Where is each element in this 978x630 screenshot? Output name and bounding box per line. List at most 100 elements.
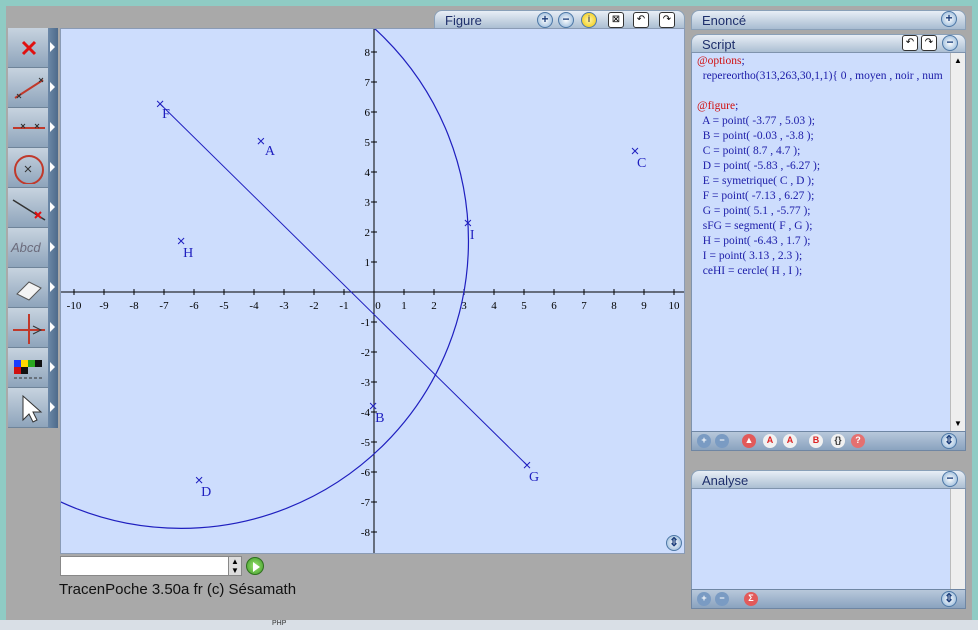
figure-canvas[interactable]: -10 -9 -8 -7 -6 -5 -4 -3 -2 -1 0 1 2 3 4 5 6 7 8 9 10 8 7 6 5 4 3 2…: [60, 28, 685, 554]
eraser-tool[interactable]: [8, 268, 58, 308]
point-label: A: [265, 144, 276, 159]
info-button[interactable]: i: [581, 12, 597, 28]
x-tick-label: 9: [641, 300, 647, 312]
script-line: [697, 84, 945, 99]
script-line: B = point( -0.03 , -3.8 );: [697, 130, 814, 142]
segment-icon: [14, 77, 44, 99]
script-collapse-button[interactable]: −: [942, 35, 958, 51]
x-tick-label: -1: [339, 300, 348, 312]
help-icon[interactable]: ?: [851, 434, 865, 448]
analyse-toolbar: + − Σ ⇕: [691, 589, 966, 609]
braces-icon[interactable]: {}: [831, 434, 845, 448]
label-icon[interactable]: B: [809, 434, 823, 448]
y-tick-label: 4: [365, 167, 371, 179]
segment-tool[interactable]: [8, 68, 58, 108]
x-tick-label: 1: [401, 300, 407, 312]
script-line: I = point( 3.13 , 2.3 );: [697, 250, 803, 262]
point-label: I: [470, 228, 475, 243]
enonce-expand-button[interactable]: +: [941, 11, 957, 27]
y-tick-label: 8: [365, 47, 371, 59]
taskbar-label: PHP: [272, 620, 287, 627]
point-on-line-tool[interactable]: [8, 188, 58, 228]
remove-icon[interactable]: −: [715, 434, 729, 448]
fit-button[interactable]: ⊠: [608, 12, 624, 28]
analyse-collapse-button[interactable]: −: [942, 471, 958, 487]
sigma-icon[interactable]: Σ: [744, 592, 758, 606]
analyse-area[interactable]: [691, 488, 966, 590]
line-tool[interactable]: [8, 108, 58, 148]
x-tick-label: -8: [129, 300, 139, 312]
x-tick-label: -6: [189, 300, 199, 312]
eraser-icon: [16, 281, 42, 301]
script-undo-button[interactable]: ↶: [902, 35, 918, 51]
y-tick-label: -3: [361, 377, 371, 389]
analyse-titlebar: Analyse: [691, 470, 966, 490]
analyse-resize-button[interactable]: ⇕: [941, 591, 957, 607]
point-H-marker: [177, 237, 185, 245]
add-icon[interactable]: +: [697, 592, 711, 606]
delete-icon: [21, 40, 37, 56]
y-tick-label: -2: [361, 347, 370, 359]
remove-icon[interactable]: −: [715, 592, 729, 606]
x-tick-label: 4: [491, 300, 497, 312]
undo-button[interactable]: ↶: [633, 12, 649, 28]
zoom-out-button[interactable]: −: [558, 12, 574, 28]
script-line: F = point( -7.13 , 6.27 );: [697, 190, 815, 202]
tool-palette: Abcd: [8, 28, 58, 430]
script-line: repereortho(313,263,30,1,1){ 0 , moyen ,…: [697, 70, 943, 82]
script-title: Script: [702, 37, 736, 52]
add-icon[interactable]: +: [697, 434, 711, 448]
x-tick-label: 7: [581, 300, 587, 312]
command-spinner[interactable]: ▲ ▼: [228, 556, 242, 576]
script-line: G = point( 5.1 , -5.77 );: [697, 205, 811, 217]
script-line: C = point( 8.7 , 4.7 );: [697, 145, 801, 157]
circle-tool[interactable]: [8, 148, 58, 188]
zoom-in-button[interactable]: +: [537, 12, 553, 28]
analyse-scrollbar[interactable]: [950, 489, 965, 589]
script-scrollbar[interactable]: ▲ ▼: [950, 53, 965, 431]
axis-tool[interactable]: [8, 308, 58, 348]
x-tick-label: 6: [551, 300, 557, 312]
script-line: E = symetrique( C , D );: [697, 175, 815, 187]
x-tick-label: 5: [521, 300, 527, 312]
script-line: @figure;: [697, 100, 739, 112]
y-tick-label: -4: [361, 407, 371, 419]
pointer-tool[interactable]: [8, 388, 58, 428]
point-label: C: [637, 156, 646, 171]
delete-tool[interactable]: [8, 28, 58, 68]
command-input[interactable]: [60, 556, 242, 576]
y-tick-label: -1: [361, 317, 370, 329]
y-tick-label: -6: [361, 467, 371, 479]
script-line: sFG = segment( F , G );: [697, 220, 813, 232]
script-line: @options;: [697, 55, 745, 67]
run-button[interactable]: [246, 557, 264, 575]
x-tick-label: 8: [611, 300, 617, 312]
format-icon[interactable]: A: [783, 434, 797, 448]
text-tool[interactable]: Abcd: [8, 228, 58, 268]
point-A-marker: [257, 137, 265, 145]
text-style-icon[interactable]: A: [763, 434, 777, 448]
y-tick-label: -7: [361, 497, 371, 509]
script-line: H = point( -6.43 , 1.7 );: [697, 235, 811, 247]
x-tick-label: -7: [159, 300, 169, 312]
x-tick-label: -4: [249, 300, 259, 312]
redo-button[interactable]: ↷: [659, 12, 675, 28]
point-label: D: [201, 485, 211, 500]
color-tool[interactable]: [8, 348, 58, 388]
triangle-icon[interactable]: ▲: [742, 434, 756, 448]
canvas-scroll-button[interactable]: ⇕: [666, 535, 682, 551]
point-on-line-icon: [12, 199, 46, 221]
enonce-titlebar: Enoncé: [691, 10, 966, 30]
point-label: H: [183, 246, 193, 261]
script-text[interactable]: @options; repereortho(313,263,30,1,1){ 0…: [694, 52, 948, 428]
x-tick-label: -3: [279, 300, 289, 312]
script-line: D = point( -5.83 , -6.27 );: [697, 160, 821, 172]
line-icon: [13, 123, 45, 129]
geometry-graph[interactable]: -10 -9 -8 -7 -6 -5 -4 -3 -2 -1 0 1 2 3 4 5 6 7 8 9 108765432…: [61, 29, 685, 554]
scroll-down-icon: ▼: [954, 419, 962, 428]
y-tick-label: 5: [365, 137, 371, 149]
y-tick-label: -5: [361, 437, 371, 449]
script-resize-button[interactable]: ⇕: [941, 433, 957, 449]
script-redo-button[interactable]: ↷: [921, 35, 937, 51]
y-tick-label: 7: [365, 77, 371, 89]
